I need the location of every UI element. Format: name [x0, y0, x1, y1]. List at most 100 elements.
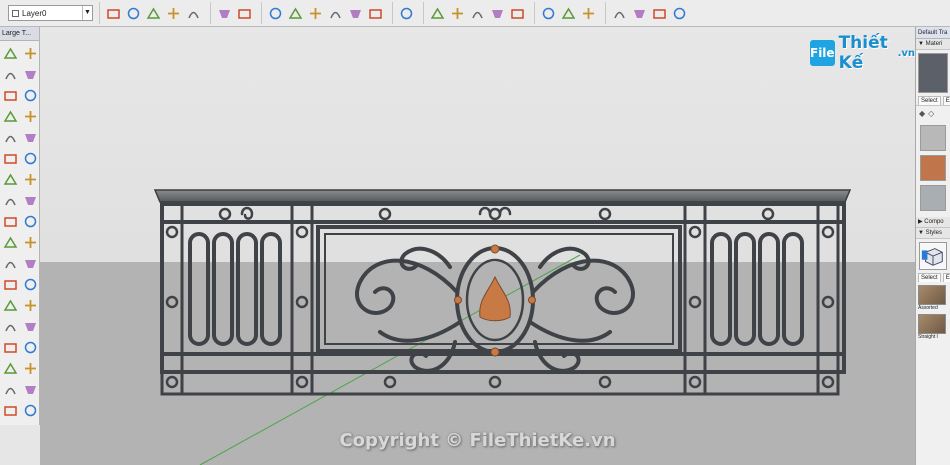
shadow-icon[interactable] [579, 4, 597, 22]
eraser-alt-icon[interactable] [21, 65, 39, 83]
3d-text-tool-icon[interactable] [21, 296, 39, 314]
toolbar-group [99, 2, 204, 24]
toolbar-groups [93, 2, 690, 24]
push-pull-icon[interactable] [21, 191, 39, 209]
top-view-icon[interactable] [286, 4, 304, 22]
material-preview [918, 53, 948, 93]
walk-icon[interactable] [1, 401, 19, 419]
fog-icon[interactable] [670, 4, 688, 22]
text-label-icon[interactable] [468, 4, 486, 22]
sandbox-icon[interactable] [184, 4, 202, 22]
layer-selector[interactable]: Layer0 ▼ [8, 5, 93, 21]
model-viewport[interactable]: File Thiết Kế .vn Copyright © FileThietK… [40, 27, 915, 465]
look-around-icon[interactable] [21, 380, 39, 398]
scenes-icon[interactable] [650, 4, 668, 22]
materials-panel-header[interactable]: ▼ Materi [916, 39, 950, 50]
front-view-icon[interactable] [306, 4, 324, 22]
palette-title: Large T... [0, 27, 39, 41]
polygon-icon[interactable] [21, 128, 39, 146]
zoom-extents-icon[interactable] [1, 359, 19, 377]
material-swatch[interactable] [920, 125, 946, 151]
components-panel-header[interactable]: ▶ Compo [916, 217, 950, 228]
tool-grid [0, 41, 39, 422]
back-view-icon[interactable] [346, 4, 364, 22]
style-item[interactable]: Assorted [918, 285, 948, 311]
material-swatch[interactable] [920, 155, 946, 181]
tape-measure-icon[interactable] [1, 254, 19, 272]
section-plane-icon[interactable] [397, 4, 415, 22]
layer-visibility-checkbox[interactable] [12, 9, 19, 17]
component-icon[interactable] [144, 4, 162, 22]
move-icon[interactable] [1, 191, 19, 209]
styles-tabs: Select Ec [916, 273, 950, 282]
check-icon[interactable] [539, 4, 557, 22]
dimension-icon[interactable] [448, 4, 466, 22]
position-camera-icon[interactable] [1, 380, 19, 398]
eraser-icon[interactable] [21, 44, 39, 62]
teapot-icon[interactable] [559, 4, 577, 22]
line-icon[interactable] [1, 86, 19, 104]
toolbar-group [605, 2, 690, 24]
extension-icon[interactable] [164, 4, 182, 22]
back-arrow-icon[interactable]: ◆ [919, 109, 925, 118]
axes-tool-icon[interactable] [1, 296, 19, 314]
make-group-icon[interactable] [235, 4, 253, 22]
style-items: Assorted Straight l [916, 285, 950, 340]
zoom-window-icon[interactable] [21, 338, 39, 356]
circle-icon[interactable] [1, 128, 19, 146]
layer-name: Layer0 [22, 8, 47, 18]
add-location-icon[interactable] [124, 4, 142, 22]
toolbar-group [392, 2, 417, 24]
style-thumbnail [918, 314, 946, 334]
protractor-tool-icon[interactable] [1, 275, 19, 293]
tab-select[interactable]: Select [918, 96, 941, 105]
axes-icon[interactable] [488, 4, 506, 22]
right-view-icon[interactable] [326, 4, 344, 22]
iso-view-icon[interactable] [266, 4, 284, 22]
pan-icon[interactable] [21, 317, 39, 335]
arc-icon[interactable] [1, 149, 19, 167]
left-view-icon[interactable] [366, 4, 384, 22]
iron-railing-model[interactable] [150, 182, 855, 412]
follow-me-icon[interactable] [21, 212, 39, 230]
3d-text-icon[interactable] [508, 4, 526, 22]
large-tool-set-palette: Large T... [0, 27, 40, 425]
chevron-down-icon[interactable]: ▼ [82, 6, 92, 20]
styles-tab-select[interactable]: Select [918, 273, 941, 282]
toolbar-group [210, 2, 255, 24]
previous-view-icon[interactable] [21, 359, 39, 377]
materials-tabs: Select Ec [916, 96, 950, 105]
rectangle-icon[interactable] [1, 107, 19, 125]
arc-two-point-icon[interactable] [21, 149, 39, 167]
zoom-icon[interactable] [1, 338, 19, 356]
offset-icon[interactable] [21, 233, 39, 251]
section-tool-icon[interactable] [21, 401, 39, 419]
orbit-icon[interactable] [1, 317, 19, 335]
dimension-tool-icon[interactable] [21, 254, 39, 272]
style-thumbnail [918, 285, 946, 305]
main-toolbar: Layer0 ▼ [0, 0, 950, 27]
pie-icon[interactable] [1, 170, 19, 188]
watermark-logo: File Thiết Kế .vn [810, 33, 915, 73]
layers-icon[interactable] [610, 4, 628, 22]
rotated-rectangle-icon[interactable] [21, 107, 39, 125]
style-item[interactable]: Straight l [918, 314, 948, 340]
freehand-icon[interactable] [21, 86, 39, 104]
styles-panel-header[interactable]: ▼ Styles [916, 228, 950, 239]
protractor-icon[interactable] [428, 4, 446, 22]
tab-edit[interactable]: Ec [942, 96, 950, 105]
style-cube-icon [921, 248, 943, 266]
warehouse-icon[interactable] [104, 4, 122, 22]
rotate-icon[interactable] [1, 212, 19, 230]
paint-icon[interactable] [1, 65, 19, 83]
arc-three-point-icon[interactable] [21, 170, 39, 188]
text-tool-icon[interactable] [21, 275, 39, 293]
materials-nav: ◆ ◇ [916, 105, 950, 121]
select-icon[interactable] [1, 44, 19, 62]
scale-icon[interactable] [1, 233, 19, 251]
forward-arrow-icon[interactable]: ◇ [928, 109, 934, 118]
styles-tab-edit[interactable]: Ec [942, 273, 950, 282]
paint-bucket-icon[interactable] [215, 4, 233, 22]
material-swatch[interactable] [920, 185, 946, 211]
outliner-icon[interactable] [630, 4, 648, 22]
